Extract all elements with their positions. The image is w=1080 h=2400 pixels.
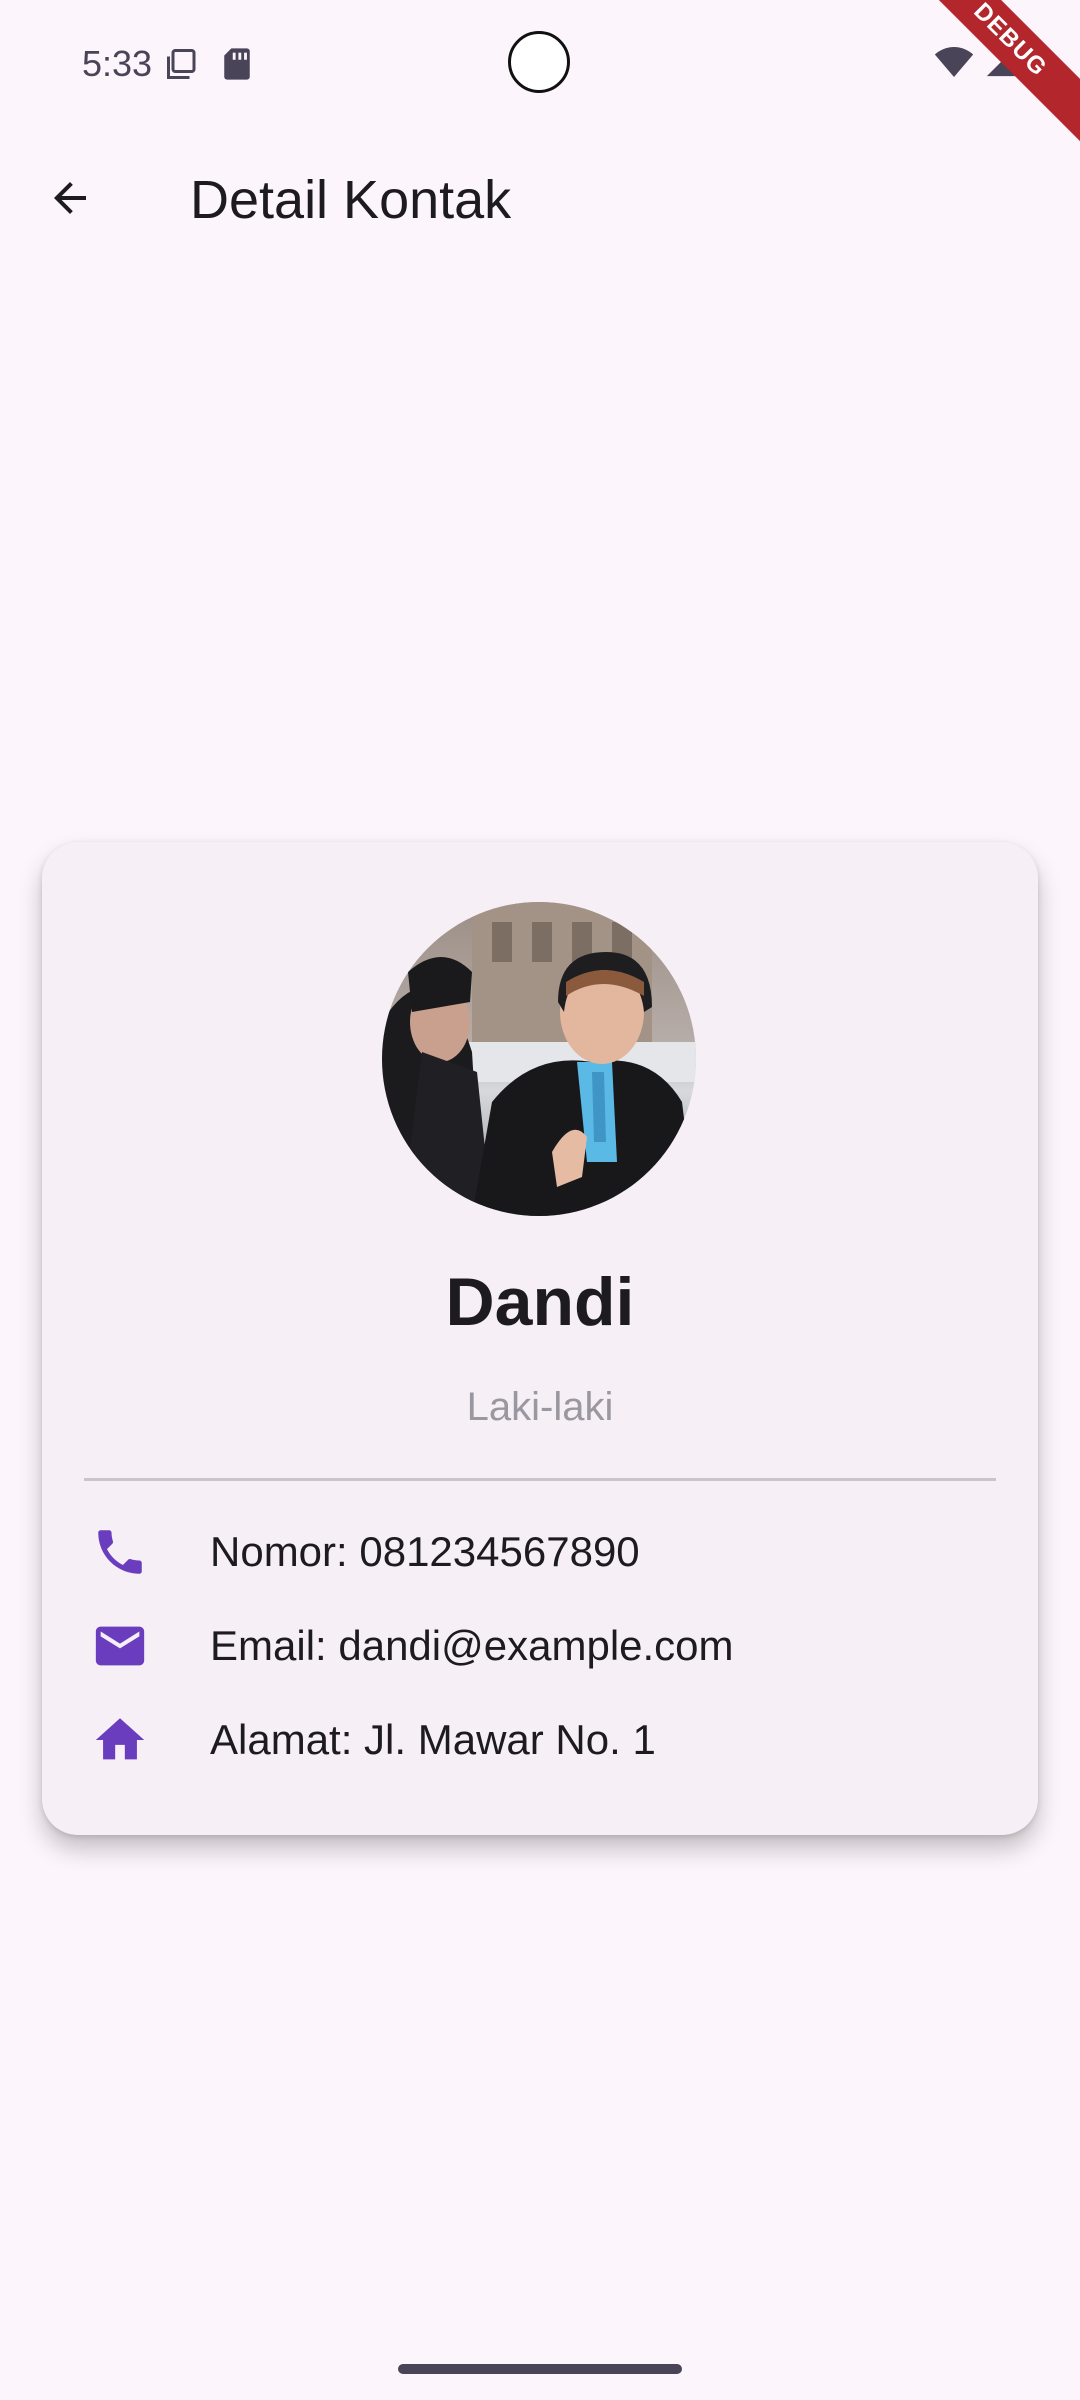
divider bbox=[84, 1478, 996, 1481]
sd-card-icon bbox=[222, 47, 252, 86]
status-left-icons bbox=[164, 46, 252, 87]
home-icon bbox=[84, 1704, 156, 1776]
arrow-back-icon bbox=[46, 174, 94, 227]
gesture-navigation-bar[interactable] bbox=[398, 2364, 682, 2374]
screenshot-icon bbox=[164, 46, 200, 87]
front-camera-cutout bbox=[508, 31, 570, 93]
contact-gender: Laki-laki bbox=[466, 1385, 614, 1429]
status-time: 5:33 bbox=[82, 43, 153, 84]
address-text: Alamat: Jl. Mawar No. 1 bbox=[210, 1716, 656, 1763]
email-icon bbox=[84, 1610, 156, 1682]
back-button[interactable] bbox=[34, 164, 106, 236]
phone-icon bbox=[84, 1516, 156, 1588]
wifi-icon bbox=[934, 45, 974, 84]
phone-row[interactable]: Nomor: 081234567890 bbox=[84, 1516, 996, 1588]
contact-name: Dandi bbox=[445, 1264, 635, 1340]
contact-card: Dandi Laki-laki Nomor: 081234567890 Emai… bbox=[42, 842, 1038, 1835]
email-row[interactable]: Email: dandi@example.com bbox=[84, 1610, 996, 1682]
avatar bbox=[382, 902, 696, 1216]
app-bar: Detail Kontak bbox=[0, 128, 1080, 272]
phone-text: Nomor: 081234567890 bbox=[210, 1528, 640, 1575]
address-row[interactable]: Alamat: Jl. Mawar No. 1 bbox=[84, 1704, 996, 1776]
status-bar: 5:33 DEBUG bbox=[0, 0, 1080, 148]
page-title: Detail Kontak bbox=[190, 170, 512, 230]
email-text: Email: dandi@example.com bbox=[210, 1622, 734, 1669]
